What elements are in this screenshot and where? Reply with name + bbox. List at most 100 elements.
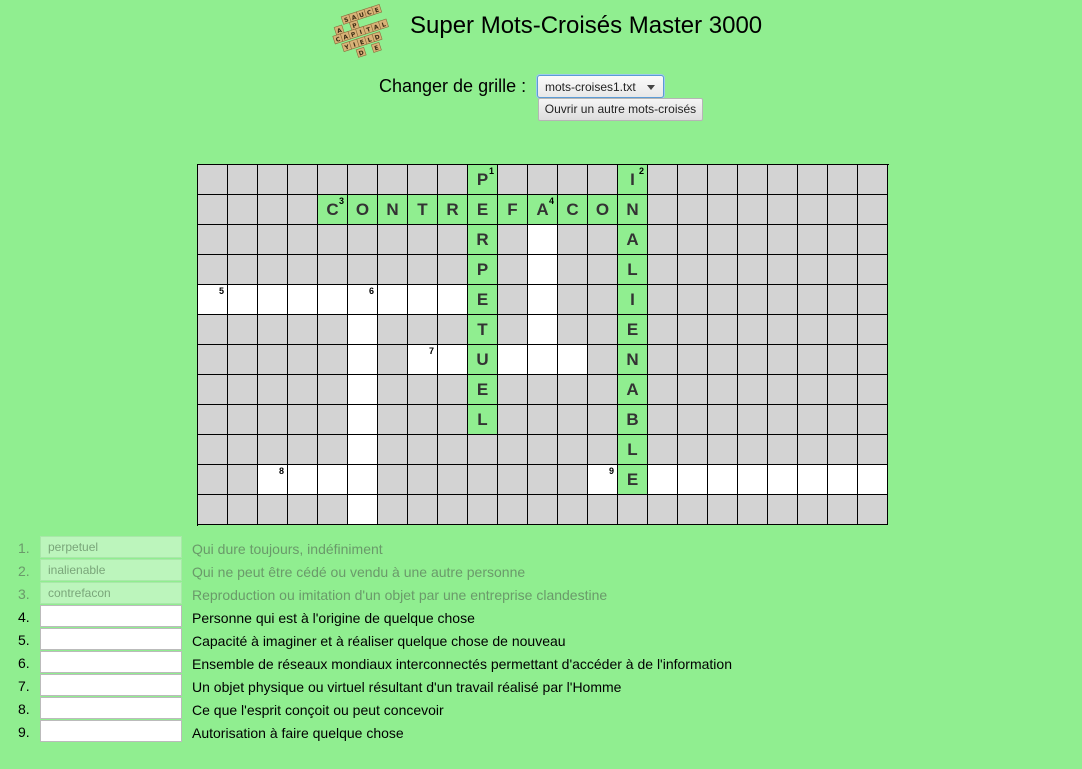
- blocked-cell: [408, 405, 438, 435]
- blocked-cell: [588, 165, 618, 195]
- empty-input-cell[interactable]: [798, 465, 828, 495]
- empty-input-cell[interactable]: [378, 285, 408, 315]
- cell-letter: A: [626, 229, 639, 249]
- blocked-cell: [228, 375, 258, 405]
- logo: SAUCEAPCAPITALYIELDDE: [318, 4, 414, 66]
- clue-answer-input[interactable]: [40, 697, 182, 719]
- empty-input-cell[interactable]: [528, 315, 558, 345]
- empty-input-cell[interactable]: 5: [198, 285, 228, 315]
- empty-input-cell[interactable]: [228, 285, 258, 315]
- empty-input-cell[interactable]: [318, 285, 348, 315]
- blocked-cell: [528, 165, 558, 195]
- blocked-cell: [228, 195, 258, 225]
- empty-input-cell[interactable]: [828, 465, 858, 495]
- empty-input-cell[interactable]: [438, 285, 468, 315]
- blocked-cell: [798, 405, 828, 435]
- blocked-cell: [258, 435, 288, 465]
- empty-input-cell[interactable]: [528, 225, 558, 255]
- cell-letter: L: [627, 439, 638, 459]
- blocked-cell: [258, 495, 288, 525]
- clue-answer-input[interactable]: [40, 720, 182, 742]
- solved-cell: P: [468, 255, 498, 285]
- blocked-cell: [678, 345, 708, 375]
- empty-input-cell[interactable]: [348, 435, 378, 465]
- empty-input-cell[interactable]: [768, 465, 798, 495]
- cell-letter: L: [477, 409, 488, 429]
- empty-input-cell[interactable]: [528, 345, 558, 375]
- blocked-cell: [438, 405, 468, 435]
- empty-input-cell[interactable]: [678, 465, 708, 495]
- clue-answer-input[interactable]: [40, 628, 182, 650]
- cell-letter: F: [507, 199, 518, 219]
- solved-cell: F: [498, 195, 528, 225]
- blocked-cell: [678, 315, 708, 345]
- empty-input-cell[interactable]: [348, 405, 378, 435]
- empty-input-cell[interactable]: [648, 465, 678, 495]
- blocked-cell: [498, 285, 528, 315]
- blocked-cell: [708, 345, 738, 375]
- blocked-cell: [258, 255, 288, 285]
- blocked-cell: [438, 255, 468, 285]
- empty-input-cell[interactable]: 8: [258, 465, 288, 495]
- blocked-cell: [768, 315, 798, 345]
- empty-input-cell[interactable]: [348, 315, 378, 345]
- blocked-cell: [798, 285, 828, 315]
- blocked-cell: [438, 375, 468, 405]
- empty-input-cell[interactable]: [348, 465, 378, 495]
- empty-input-cell[interactable]: [348, 345, 378, 375]
- empty-input-cell[interactable]: [438, 345, 468, 375]
- empty-input-cell[interactable]: [348, 495, 378, 525]
- empty-input-cell[interactable]: [408, 285, 438, 315]
- blocked-cell: [408, 435, 438, 465]
- blocked-cell: [198, 315, 228, 345]
- grid-select[interactable]: mots-croises1.txt: [537, 75, 664, 98]
- blocked-cell: [348, 255, 378, 285]
- clue-number-marker: 7: [428, 346, 434, 356]
- clue-answer-input[interactable]: [40, 674, 182, 696]
- blocked-cell: [468, 495, 498, 525]
- cell-letter: O: [355, 199, 370, 219]
- blocked-cell: [198, 375, 228, 405]
- empty-input-cell[interactable]: [738, 465, 768, 495]
- blocked-cell: [498, 165, 528, 195]
- empty-input-cell[interactable]: [858, 465, 888, 495]
- blocked-cell: [588, 255, 618, 285]
- open-crossword-button[interactable]: Ouvrir un autre mots-croisés: [538, 98, 703, 121]
- empty-input-cell[interactable]: [528, 285, 558, 315]
- empty-input-cell[interactable]: [558, 345, 588, 375]
- blocked-cell: [258, 375, 288, 405]
- blocked-cell: [198, 405, 228, 435]
- cell-letter: E: [626, 469, 639, 489]
- solved-cell: N: [618, 345, 648, 375]
- blocked-cell: [828, 315, 858, 345]
- clue-number: 2.: [18, 563, 30, 579]
- blocked-cell: [528, 495, 558, 525]
- empty-input-cell[interactable]: [288, 285, 318, 315]
- blocked-cell: [708, 405, 738, 435]
- empty-input-cell[interactable]: [288, 465, 318, 495]
- clue-answer-input[interactable]: [40, 651, 182, 673]
- blocked-cell: [828, 165, 858, 195]
- empty-input-cell[interactable]: [348, 375, 378, 405]
- empty-input-cell[interactable]: [528, 255, 558, 285]
- empty-input-cell[interactable]: 6: [348, 285, 378, 315]
- blocked-cell: [228, 345, 258, 375]
- solved-cell: L: [468, 405, 498, 435]
- blocked-cell: [558, 255, 588, 285]
- blocked-cell: [708, 285, 738, 315]
- empty-input-cell[interactable]: [498, 345, 528, 375]
- clue-number: 3.: [18, 586, 30, 602]
- chevron-down-icon: [647, 85, 655, 90]
- blocked-cell: [588, 375, 618, 405]
- blocked-cell: [378, 255, 408, 285]
- blocked-cell: [858, 495, 888, 525]
- empty-input-cell[interactable]: [258, 285, 288, 315]
- blocked-cell: [678, 435, 708, 465]
- empty-input-cell[interactable]: [318, 465, 348, 495]
- clue-answer-input: [40, 536, 182, 558]
- empty-input-cell[interactable]: [708, 465, 738, 495]
- blocked-cell: [318, 345, 348, 375]
- empty-input-cell[interactable]: 7: [408, 345, 438, 375]
- clue-answer-input[interactable]: [40, 605, 182, 627]
- empty-input-cell[interactable]: 9: [588, 465, 618, 495]
